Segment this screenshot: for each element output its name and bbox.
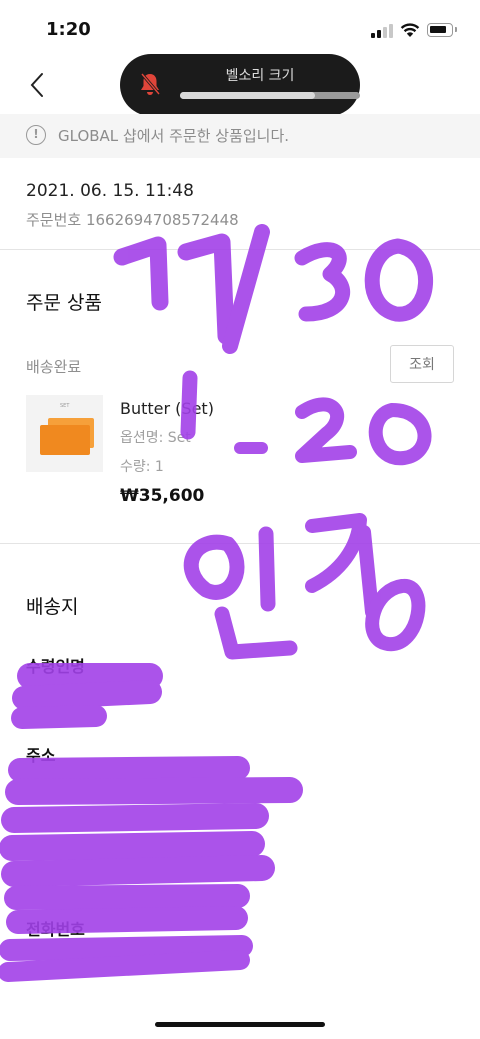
bell-muted-icon — [140, 73, 161, 95]
product-quantity: 수량: 1 — [120, 459, 164, 475]
info-icon: ! — [26, 125, 46, 145]
thumbnail-tag: SET — [60, 403, 70, 409]
global-shop-notice: ! GLOBAL 샵에서 주문한 상품입니다. — [0, 114, 480, 158]
battery-icon — [427, 23, 457, 37]
product-option: 옵션명: Set — [120, 430, 191, 446]
track-delivery-button[interactable]: 조회 — [390, 345, 454, 383]
divider — [0, 249, 480, 250]
status-time: 1:20 — [46, 19, 91, 40]
divider — [0, 543, 480, 544]
order-items-title: 주문 상품 — [26, 292, 102, 314]
delivery-status: 배송완료 — [26, 358, 82, 376]
product-name[interactable]: Butter (Set) — [120, 399, 214, 418]
home-indicator[interactable] — [155, 1022, 325, 1027]
phone-label: 전화번호 — [26, 920, 85, 939]
recipient-label: 수령인명 — [26, 657, 85, 676]
volume-hud-label: 벨소리 크기 — [225, 68, 295, 84]
order-date: 2021. 06. 15. 11:48 — [26, 181, 194, 201]
notice-text: GLOBAL 샵에서 주문한 상품입니다. — [58, 127, 290, 145]
wifi-icon — [400, 23, 420, 37]
shipping-title: 배송지 — [26, 596, 79, 618]
volume-level-bar — [180, 92, 360, 99]
product-box-front — [40, 425, 90, 455]
product-thumbnail[interactable]: SET — [26, 395, 103, 472]
back-arrow-icon[interactable] — [28, 72, 48, 98]
cellular-signal-icon — [371, 24, 393, 38]
address-label: 주소 — [26, 746, 56, 765]
status-bar: 1:20 — [0, 0, 480, 60]
order-number: 주문번호 1662694708572448 — [26, 211, 239, 229]
volume-hud: 벨소리 크기 — [120, 54, 360, 116]
product-price: ₩35,600 — [120, 486, 205, 506]
